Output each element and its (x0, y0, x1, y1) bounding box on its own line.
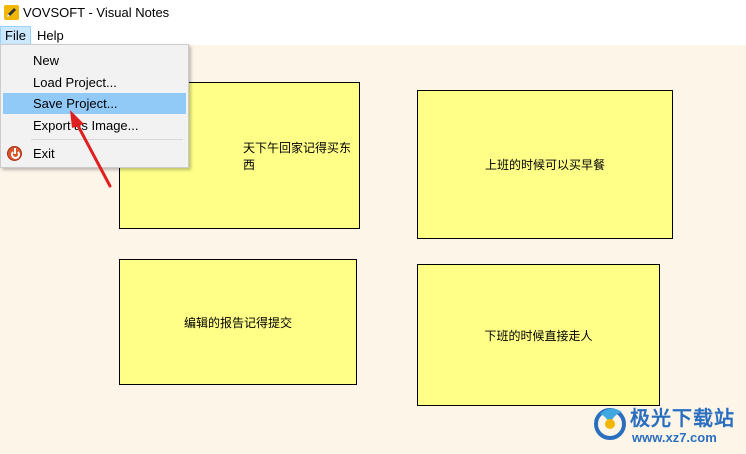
menu-item-exit-label: Exit (33, 146, 55, 161)
menu-help[interactable]: Help (32, 26, 69, 45)
title-bar: VOVSOFT - Visual Notes (0, 0, 746, 25)
menu-bar: File Help (0, 25, 746, 45)
menu-item-load-project[interactable]: Load Project... (3, 72, 186, 93)
menu-item-save-project[interactable]: Save Project... (3, 93, 186, 114)
file-dropdown-menu: New Load Project... Save Project... Expo… (0, 44, 189, 168)
menu-item-new[interactable]: New (3, 50, 186, 71)
window-title: VOVSOFT - Visual Notes (23, 5, 170, 20)
menu-separator (31, 139, 183, 140)
menu-file[interactable]: File (0, 26, 31, 45)
watermark-logo-icon (594, 408, 626, 440)
note-text: 上班的时候可以买早餐 (484, 158, 605, 172)
menu-item-exit[interactable]: Exit (3, 143, 186, 164)
power-icon (7, 146, 22, 161)
sticky-note[interactable]: 下班的时候直接走人 (417, 264, 660, 406)
watermark-url: www.xz7.com (632, 430, 717, 445)
sticky-note[interactable]: 上班的时候可以买早餐 (417, 90, 673, 239)
watermark-title: 极光下载站 (630, 406, 735, 430)
note-text: 下班的时候直接走人 (484, 328, 593, 343)
sticky-note[interactable]: 编辑的报告记得提交 (119, 259, 357, 385)
note-text: 编辑的报告记得提交 (183, 315, 292, 330)
menu-item-export-image[interactable]: Export as Image... (3, 115, 186, 136)
note-text: 天下午回家记得买东西 (243, 140, 352, 172)
watermark: 极光下载站 www.xz7.com (590, 398, 740, 450)
app-pencil-icon (4, 5, 19, 20)
